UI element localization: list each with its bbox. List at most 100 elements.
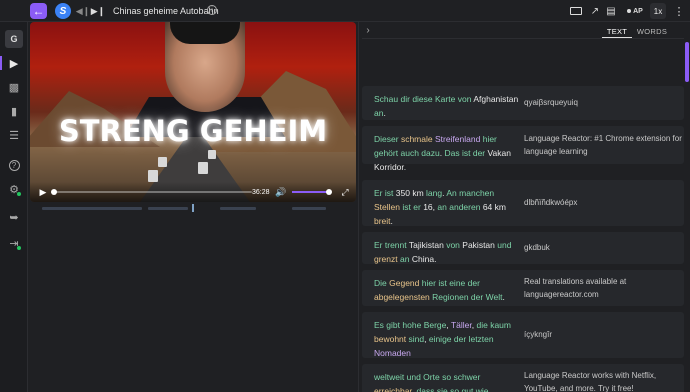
- subtitle-word[interactable]: Karte: [435, 94, 455, 104]
- subtitle-row[interactable]: Er ist 350 km lang. An manchen Stellen i…: [362, 180, 684, 226]
- subtitle-word[interactable]: breit: [374, 216, 391, 226]
- subtitle-word[interactable]: ist: [438, 278, 447, 288]
- tab-words[interactable]: WORDS: [637, 24, 667, 38]
- subtitle-word[interactable]: ist: [402, 202, 411, 212]
- subtitle-word[interactable]: China: [412, 254, 434, 264]
- subtitle-row[interactable]: Die Gegend hier ist eine der abgelegenst…: [362, 270, 684, 306]
- subtitle-segment[interactable]: [292, 207, 326, 210]
- subtitle-segment[interactable]: [42, 207, 142, 210]
- subtitle-word[interactable]: einige: [429, 334, 452, 344]
- volume-slider[interactable]: [292, 191, 328, 193]
- login-icon[interactable]: ⇥: [5, 234, 23, 252]
- original-text[interactable]: Dieser schmale Streifenland hier gehört …: [374, 132, 519, 174]
- subtitle-word[interactable]: Täller: [451, 320, 472, 330]
- subtitle-icon[interactable]: ▤: [605, 4, 617, 18]
- subtitle-word[interactable]: 16: [423, 202, 432, 212]
- subtitle-word[interactable]: Es: [374, 320, 384, 330]
- subtitle-word[interactable]: Gegend: [389, 278, 419, 288]
- subtitle-word[interactable]: kaum: [490, 320, 511, 330]
- video-player[interactable]: STRENG GEHEIM ▶ 36:28 🔊 ⤢: [30, 22, 356, 202]
- subtitle-word[interactable]: An: [446, 188, 456, 198]
- panel-divider[interactable]: [358, 22, 359, 392]
- subtitle-word[interactable]: Er: [374, 240, 383, 250]
- subtitle-word[interactable]: Nomaden: [374, 348, 411, 358]
- subtitle-word[interactable]: weltweit: [374, 372, 404, 382]
- subtitle-word[interactable]: der: [473, 148, 485, 158]
- subtitle-word[interactable]: eine: [449, 278, 465, 288]
- seek-handle[interactable]: [51, 189, 57, 195]
- subtitle-word[interactable]: 350: [396, 188, 410, 198]
- subtitle-word[interactable]: von: [446, 240, 460, 250]
- original-text[interactable]: Schau dir diese Karte von Afghanistan an…: [374, 92, 519, 120]
- subtitle-word[interactable]: Orte: [423, 372, 440, 382]
- seek-bar[interactable]: [52, 191, 252, 193]
- walk-icon[interactable]: ➥: [5, 208, 23, 226]
- original-text[interactable]: Die Gegend hier ist eine der abgelegenst…: [374, 276, 519, 304]
- subtitle-word[interactable]: letzten: [469, 334, 494, 344]
- avatar[interactable]: G: [5, 30, 23, 48]
- subtitle-word[interactable]: der: [468, 278, 480, 288]
- subtitle-word[interactable]: hohe: [402, 320, 421, 330]
- subtitle-word[interactable]: erreichbar: [374, 386, 412, 392]
- subtitle-word[interactable]: Pakistan: [462, 240, 495, 250]
- subtitle-segment[interactable]: [148, 207, 188, 210]
- subtitle-word[interactable]: schmale: [401, 134, 433, 144]
- subtitle-word[interactable]: abgelegensten: [374, 292, 430, 302]
- fullscreen-icon[interactable]: ⤢: [340, 186, 350, 198]
- subtitle-word[interactable]: und: [407, 372, 421, 382]
- subtitle-word[interactable]: Korridor: [374, 162, 404, 172]
- export-icon[interactable]: ↗: [589, 4, 601, 18]
- play-button-icon[interactable]: ▶: [38, 186, 48, 198]
- playback-speed-button[interactable]: 1x: [650, 3, 666, 19]
- subtitle-row[interactable]: Er trennt Tajikistan von Pakistan und gr…: [362, 232, 684, 264]
- subtitle-word[interactable]: dazu: [421, 148, 439, 158]
- subtitle-word[interactable]: er: [413, 202, 421, 212]
- subtitle-row[interactable]: Dieser schmale Streifenland hier gehört …: [362, 126, 684, 172]
- subtitle-word[interactable]: so: [442, 372, 451, 382]
- subtitle-word[interactable]: Afghanistan: [473, 94, 518, 104]
- volume-handle[interactable]: [326, 189, 332, 195]
- subtitle-word[interactable]: Berge: [424, 320, 447, 330]
- original-text[interactable]: Es gibt hohe Berge, Täller, die kaum bew…: [374, 318, 519, 360]
- original-text[interactable]: Er ist 350 km lang. An manchen Stellen i…: [374, 186, 519, 228]
- subtitle-word[interactable]: trennt: [385, 240, 407, 250]
- subtitle-word[interactable]: sie: [437, 386, 448, 392]
- subtitle-word[interactable]: grenzt: [374, 254, 398, 264]
- more-menu-icon[interactable]: ⋮: [672, 3, 686, 19]
- subtitle-word[interactable]: so: [450, 386, 459, 392]
- keyboard-icon[interactable]: [568, 4, 584, 18]
- subtitle-word[interactable]: der: [471, 292, 483, 302]
- subtitle-word[interactable]: Er: [374, 188, 383, 198]
- subtitle-word[interactable]: anderen: [449, 202, 480, 212]
- subtitle-word[interactable]: sind: [409, 334, 425, 344]
- subtitle-word[interactable]: schwer: [453, 372, 480, 382]
- subtitle-word[interactable]: Das: [444, 148, 459, 158]
- subtitle-word[interactable]: und: [497, 240, 511, 250]
- subtitle-word[interactable]: Tajikistan: [409, 240, 444, 250]
- subtitle-word[interactable]: diese: [412, 94, 432, 104]
- autopause-button[interactable]: AP: [624, 3, 646, 19]
- subtitle-word[interactable]: Schau: [374, 94, 398, 104]
- subtitle-word[interactable]: dir: [400, 94, 409, 104]
- subtitle-word[interactable]: an: [437, 202, 446, 212]
- subtitle-word[interactable]: gibt: [386, 320, 400, 330]
- original-text[interactable]: weltweit und Orte so schwer erreichbar, …: [374, 370, 519, 392]
- info-icon[interactable]: i: [207, 5, 217, 15]
- subtitle-word[interactable]: Dieser: [374, 134, 399, 144]
- gear-icon[interactable]: ⚙: [5, 180, 23, 198]
- subtitle-word[interactable]: wie: [476, 386, 489, 392]
- tab-text[interactable]: TEXT: [604, 24, 630, 38]
- subtitle-word[interactable]: die: [476, 320, 487, 330]
- subtitle-word[interactable]: lang: [426, 188, 442, 198]
- subtitle-word[interactable]: der: [454, 334, 466, 344]
- subtitle-word[interactable]: gut: [462, 386, 474, 392]
- play-icon[interactable]: ▶: [5, 54, 23, 72]
- subtitle-word[interactable]: Stellen: [374, 202, 400, 212]
- original-text[interactable]: Er trennt Tajikistan von Pakistan und gr…: [374, 238, 519, 266]
- subtitle-segment[interactable]: [220, 207, 256, 210]
- back-button[interactable]: ←: [30, 3, 47, 19]
- subtitle-word[interactable]: dass: [417, 386, 435, 392]
- subtitle-word[interactable]: Die: [374, 278, 387, 288]
- book-icon[interactable]: ▩: [5, 78, 23, 96]
- subtitle-row[interactable]: Schau dir diese Karte von Afghanistan an…: [362, 86, 684, 120]
